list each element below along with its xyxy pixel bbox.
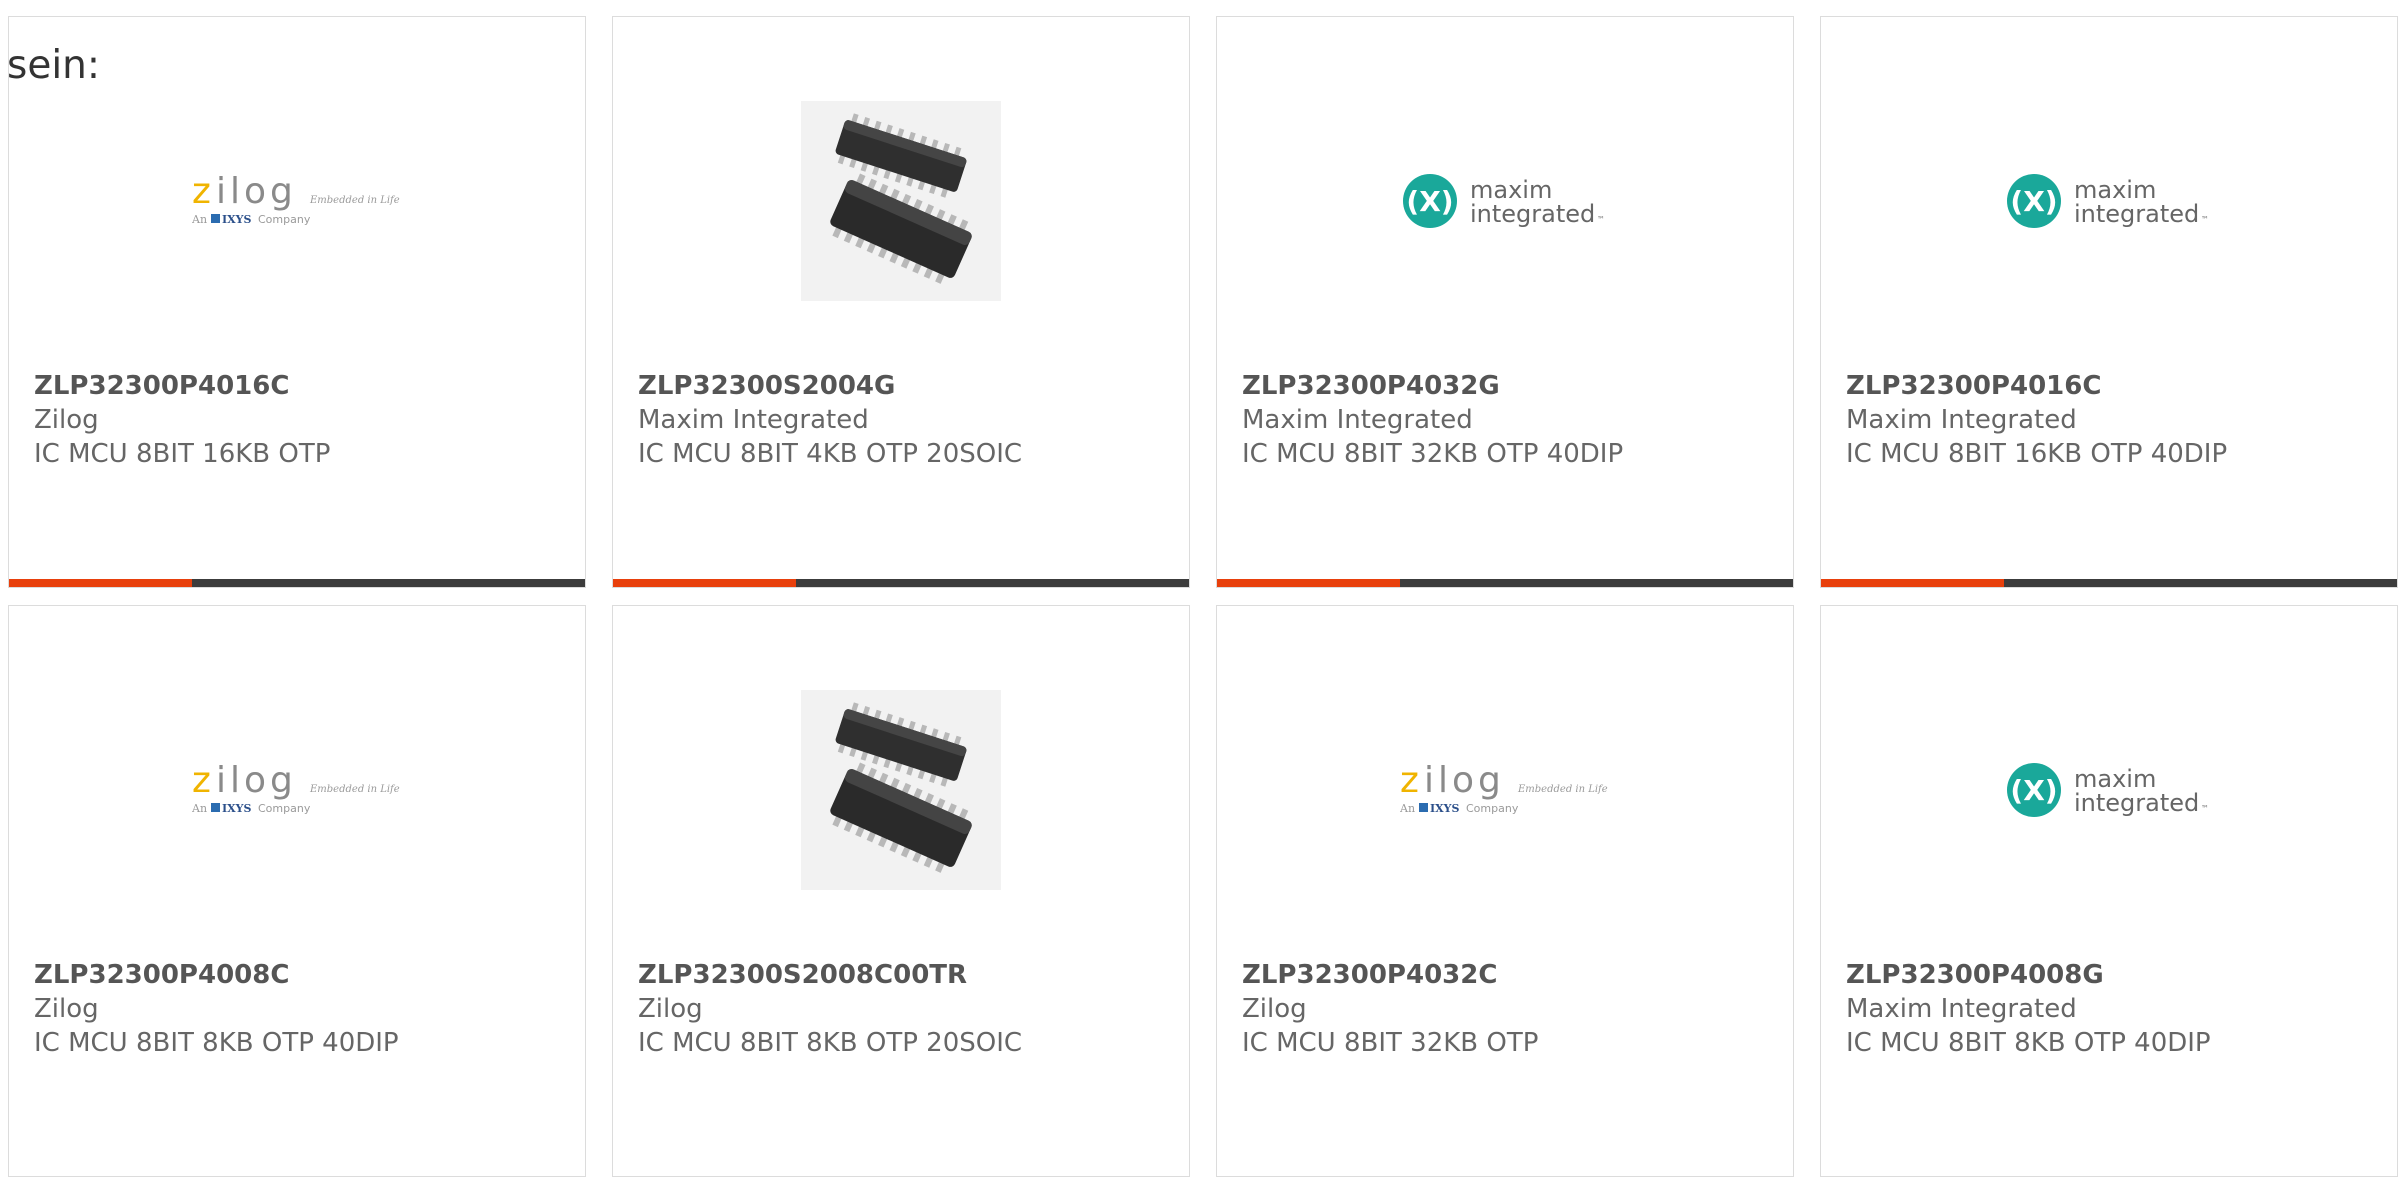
product-image[interactable]: z ilog Embedded in Life An IXYS Company xyxy=(9,95,585,307)
product-card[interactable]: ZLP32300S2004G Maxim Integrated IC MCU 8… xyxy=(612,16,1190,588)
svg-text:z: z xyxy=(192,171,211,212)
card-accent-bar xyxy=(9,579,192,587)
product-card[interactable]: z ilog Embedded in Life An IXYS Company ZLP32… xyxy=(1216,605,1794,1177)
product-image[interactable]: (X) maxim integrated ™ xyxy=(1821,684,2397,896)
manufacturer: Maxim Integrated xyxy=(1846,405,2077,435)
svg-text:™: ™ xyxy=(2201,215,2209,224)
manufacturer: Maxim Integrated xyxy=(1846,994,2077,1024)
product-image[interactable] xyxy=(613,684,1189,896)
product-info: ZLP32300P4016C Zilog IC MCU 8BIT 16KB OT… xyxy=(34,369,575,471)
svg-text:Company: Company xyxy=(258,802,311,815)
svg-text:An: An xyxy=(192,213,207,226)
svg-text:integrated: integrated xyxy=(1470,200,1595,228)
svg-text:integrated: integrated xyxy=(2074,789,2199,817)
manufacturer: Zilog xyxy=(1242,994,1307,1024)
chip-photo xyxy=(801,690,1001,890)
svg-text:(X): (X) xyxy=(1406,185,1453,218)
maxim-logo: (X) maximintegrated ™ xyxy=(2007,174,2209,228)
product-card[interactable]: ZLP32300S2008C00TR Zilog IC MCU 8BIT 8KB… xyxy=(612,605,1190,1177)
svg-text:Embedded in Life: Embedded in Life xyxy=(309,784,400,795)
part-number[interactable]: ZLP32300P4008G xyxy=(1846,958,2387,992)
product-image[interactable]: (X) maxim integrated ™ xyxy=(1217,95,1793,307)
product-grid: z ilog Embedded in Life An IXYS Company ZLP32… xyxy=(0,0,2400,1177)
description: IC MCU 8BIT 8KB OTP 20SOIC xyxy=(638,1028,1023,1058)
card-bottom-bar xyxy=(613,579,1189,587)
product-card[interactable]: z ilog Embedded in Life An IXYS Company ZLP32… xyxy=(8,605,586,1177)
product-card[interactable]: (X) maxim integrated ™ ZLP32300P4016C Maxim… xyxy=(1820,16,2398,588)
part-number[interactable]: ZLP32300P4016C xyxy=(34,369,575,403)
card-accent-bar xyxy=(613,579,796,587)
maxim-logo: (X) maximintegrated ™ xyxy=(1403,174,1605,228)
card-bottom-bar xyxy=(1821,579,2397,587)
svg-text:(X): (X) xyxy=(2010,185,2057,218)
zilog-logo: z ilog Embedded in Life An IXYS Company xyxy=(192,171,400,226)
maxim-logo: (X) maximintegrated ™ xyxy=(2007,763,2209,817)
manufacturer: Maxim Integrated xyxy=(1242,405,1473,435)
svg-text:™: ™ xyxy=(1597,215,1605,224)
svg-text:ilog: ilog xyxy=(216,171,297,212)
svg-text:Embedded in Life: Embedded in Life xyxy=(309,195,400,206)
product-info: ZLP32300P4016C Maxim Integrated IC MCU 8… xyxy=(1846,369,2387,471)
svg-text:Embedded in Life: Embedded in Life xyxy=(1517,784,1608,795)
part-number[interactable]: ZLP32300P4032G xyxy=(1242,369,1783,403)
product-card[interactable]: z ilog Embedded in Life An IXYS Company ZLP32… xyxy=(8,16,586,588)
card-accent-bar xyxy=(1821,579,2004,587)
product-image[interactable]: z ilog Embedded in Life An IXYS Company xyxy=(9,684,585,896)
product-info: ZLP32300P4032C Zilog IC MCU 8BIT 32KB OT… xyxy=(1242,958,1783,1060)
chip-photo xyxy=(801,101,1001,301)
part-number[interactable]: ZLP32300P4032C xyxy=(1242,958,1783,992)
product-card[interactable]: (X) maxim integrated ™ ZLP32300P4032G Maxim… xyxy=(1216,16,1794,588)
svg-text:(X): (X) xyxy=(2010,774,2057,807)
zilog-logo: z ilog Embedded in Life An IXYS Company xyxy=(192,760,400,815)
product-image[interactable]: (X) maxim integrated ™ xyxy=(1821,95,2397,307)
svg-text:An: An xyxy=(1400,802,1415,815)
svg-text:ilog: ilog xyxy=(216,760,297,801)
manufacturer: Zilog xyxy=(638,994,703,1024)
description: IC MCU 8BIT 8KB OTP 40DIP xyxy=(1846,1028,2211,1058)
part-number[interactable]: ZLP32300P4016C xyxy=(1846,369,2387,403)
description: IC MCU 8BIT 16KB OTP xyxy=(34,439,331,469)
svg-text:z: z xyxy=(1400,760,1419,801)
product-info: ZLP32300S2008C00TR Zilog IC MCU 8BIT 8KB… xyxy=(638,958,1179,1060)
product-info: ZLP32300P4032G Maxim Integrated IC MCU 8… xyxy=(1242,369,1783,471)
description: IC MCU 8BIT 32KB OTP xyxy=(1242,1028,1539,1058)
svg-text:IXYS: IXYS xyxy=(222,802,252,815)
part-number[interactable]: ZLP32300S2008C00TR xyxy=(638,958,1179,992)
manufacturer: Zilog xyxy=(34,405,99,435)
product-info: ZLP32300S2004G Maxim Integrated IC MCU 8… xyxy=(638,369,1179,471)
part-number[interactable]: ZLP32300S2004G xyxy=(638,369,1179,403)
product-info: ZLP32300P4008C Zilog IC MCU 8BIT 8KB OTP… xyxy=(34,958,575,1060)
product-info: ZLP32300P4008G Maxim Integrated IC MCU 8… xyxy=(1846,958,2387,1060)
description: IC MCU 8BIT 16KB OTP 40DIP xyxy=(1846,439,2228,469)
description: IC MCU 8BIT 4KB OTP 20SOIC xyxy=(638,439,1023,469)
svg-text:ilog: ilog xyxy=(1424,760,1505,801)
svg-text:Company: Company xyxy=(258,213,311,226)
card-bottom-bar xyxy=(1217,579,1793,587)
description: IC MCU 8BIT 32KB OTP 40DIP xyxy=(1242,439,1624,469)
manufacturer: Maxim Integrated xyxy=(638,405,869,435)
svg-text:Company: Company xyxy=(1466,802,1519,815)
svg-text:IXYS: IXYS xyxy=(222,213,252,226)
manufacturer: Zilog xyxy=(34,994,99,1024)
product-image[interactable]: z ilog Embedded in Life An IXYS Company xyxy=(1217,684,1793,896)
product-image[interactable] xyxy=(613,95,1189,307)
product-card[interactable]: (X) maxim integrated ™ ZLP32300P4008G Maxim… xyxy=(1820,605,2398,1177)
card-bottom-bar xyxy=(9,579,585,587)
description: IC MCU 8BIT 8KB OTP 40DIP xyxy=(34,1028,399,1058)
svg-text:IXYS: IXYS xyxy=(1430,802,1460,815)
svg-text:™: ™ xyxy=(2201,804,2209,813)
card-accent-bar xyxy=(1217,579,1400,587)
part-number[interactable]: ZLP32300P4008C xyxy=(34,958,575,992)
zilog-logo: z ilog Embedded in Life An IXYS Company xyxy=(1400,760,1608,815)
svg-text:z: z xyxy=(192,760,211,801)
intro-text: sein: xyxy=(7,43,101,88)
svg-text:integrated: integrated xyxy=(2074,200,2199,228)
svg-text:An: An xyxy=(192,802,207,815)
